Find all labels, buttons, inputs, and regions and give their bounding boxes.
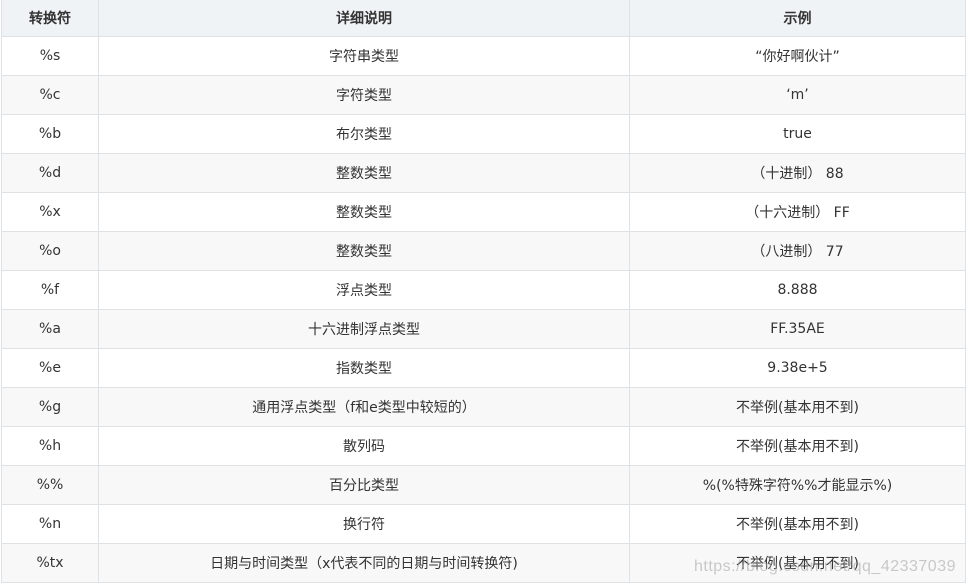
cell-specifier: %n xyxy=(1,504,99,544)
cell-specifier: %tx xyxy=(1,543,99,583)
cell-example: （十六进制） FF xyxy=(629,192,966,232)
cell-specifier: %s xyxy=(1,36,99,76)
cell-specifier: %o xyxy=(1,231,99,271)
cell-example: 不举例(基本用不到) xyxy=(629,543,966,583)
cell-specifier: %e xyxy=(1,348,99,388)
table-header: 转换符 详细说明 示例 xyxy=(1,0,966,37)
cell-specifier: %a xyxy=(1,309,99,349)
cell-example: 不举例(基本用不到) xyxy=(629,387,966,427)
table-row: %tx 日期与时间类型（x代表不同的日期与时间转换符) 不举例(基本用不到) xyxy=(1,543,966,583)
cell-example: 不举例(基本用不到) xyxy=(629,426,966,466)
cell-example: 9.38e+5 xyxy=(629,348,966,388)
header-specifier: 转换符 xyxy=(1,0,99,37)
cell-specifier: %h xyxy=(1,426,99,466)
table-row: %e 指数类型 9.38e+5 xyxy=(1,348,966,388)
table-row: %o 整数类型 （八进制） 77 xyxy=(1,231,966,271)
cell-example: 不举例(基本用不到) xyxy=(629,504,966,544)
cell-description: 字符串类型 xyxy=(98,36,630,76)
table-row: %b 布尔类型 true xyxy=(1,114,966,154)
header-description: 详细说明 xyxy=(98,0,630,37)
cell-example: FF.35AE xyxy=(629,309,966,349)
table-row: %g 通用浮点类型（f和e类型中较短的） 不举例(基本用不到) xyxy=(1,387,966,427)
cell-specifier: %x xyxy=(1,192,99,232)
cell-example: ‘m’ xyxy=(629,75,966,115)
table-row: %s 字符串类型 “你好啊伙计” xyxy=(1,36,966,76)
cell-description: 散列码 xyxy=(98,426,630,466)
header-example: 示例 xyxy=(629,0,966,37)
cell-description: 整数类型 xyxy=(98,153,630,193)
table-row: %n 换行符 不举例(基本用不到) xyxy=(1,504,966,544)
table-row: %x 整数类型 （十六进制） FF xyxy=(1,192,966,232)
cell-description: 整数类型 xyxy=(98,231,630,271)
cell-description: 指数类型 xyxy=(98,348,630,388)
cell-example: true xyxy=(629,114,966,154)
table-row: %h 散列码 不举例(基本用不到) xyxy=(1,426,966,466)
cell-description: 十六进制浮点类型 xyxy=(98,309,630,349)
cell-example: 8.888 xyxy=(629,270,966,310)
header-row: 转换符 详细说明 示例 xyxy=(1,0,966,37)
cell-description: 日期与时间类型（x代表不同的日期与时间转换符) xyxy=(98,543,630,583)
format-specifier-table: 转换符 详细说明 示例 %s 字符串类型 “你好啊伙计” %c 字符类型 ‘m’… xyxy=(1,0,966,583)
cell-specifier: %d xyxy=(1,153,99,193)
cell-specifier: %% xyxy=(1,465,99,505)
cell-description: 字符类型 xyxy=(98,75,630,115)
cell-example: （八进制） 77 xyxy=(629,231,966,271)
table-row: %a 十六进制浮点类型 FF.35AE xyxy=(1,309,966,349)
cell-specifier: %c xyxy=(1,75,99,115)
cell-specifier: %b xyxy=(1,114,99,154)
table-row: %c 字符类型 ‘m’ xyxy=(1,75,966,115)
cell-description: 换行符 xyxy=(98,504,630,544)
table-body: %s 字符串类型 “你好啊伙计” %c 字符类型 ‘m’ %b 布尔类型 tru… xyxy=(1,36,966,583)
cell-description: 布尔类型 xyxy=(98,114,630,154)
cell-description: 通用浮点类型（f和e类型中较短的） xyxy=(98,387,630,427)
cell-description: 整数类型 xyxy=(98,192,630,232)
cell-description: 百分比类型 xyxy=(98,465,630,505)
table-row: %f 浮点类型 8.888 xyxy=(1,270,966,310)
cell-description: 浮点类型 xyxy=(98,270,630,310)
cell-specifier: %g xyxy=(1,387,99,427)
table-row: %d 整数类型 （十进制） 88 xyxy=(1,153,966,193)
table-row: %% 百分比类型 %(%特殊字符%%才能显示%) xyxy=(1,465,966,505)
cell-example: （十进制） 88 xyxy=(629,153,966,193)
cell-example: “你好啊伙计” xyxy=(629,36,966,76)
cell-specifier: %f xyxy=(1,270,99,310)
cell-example: %(%特殊字符%%才能显示%) xyxy=(629,465,966,505)
